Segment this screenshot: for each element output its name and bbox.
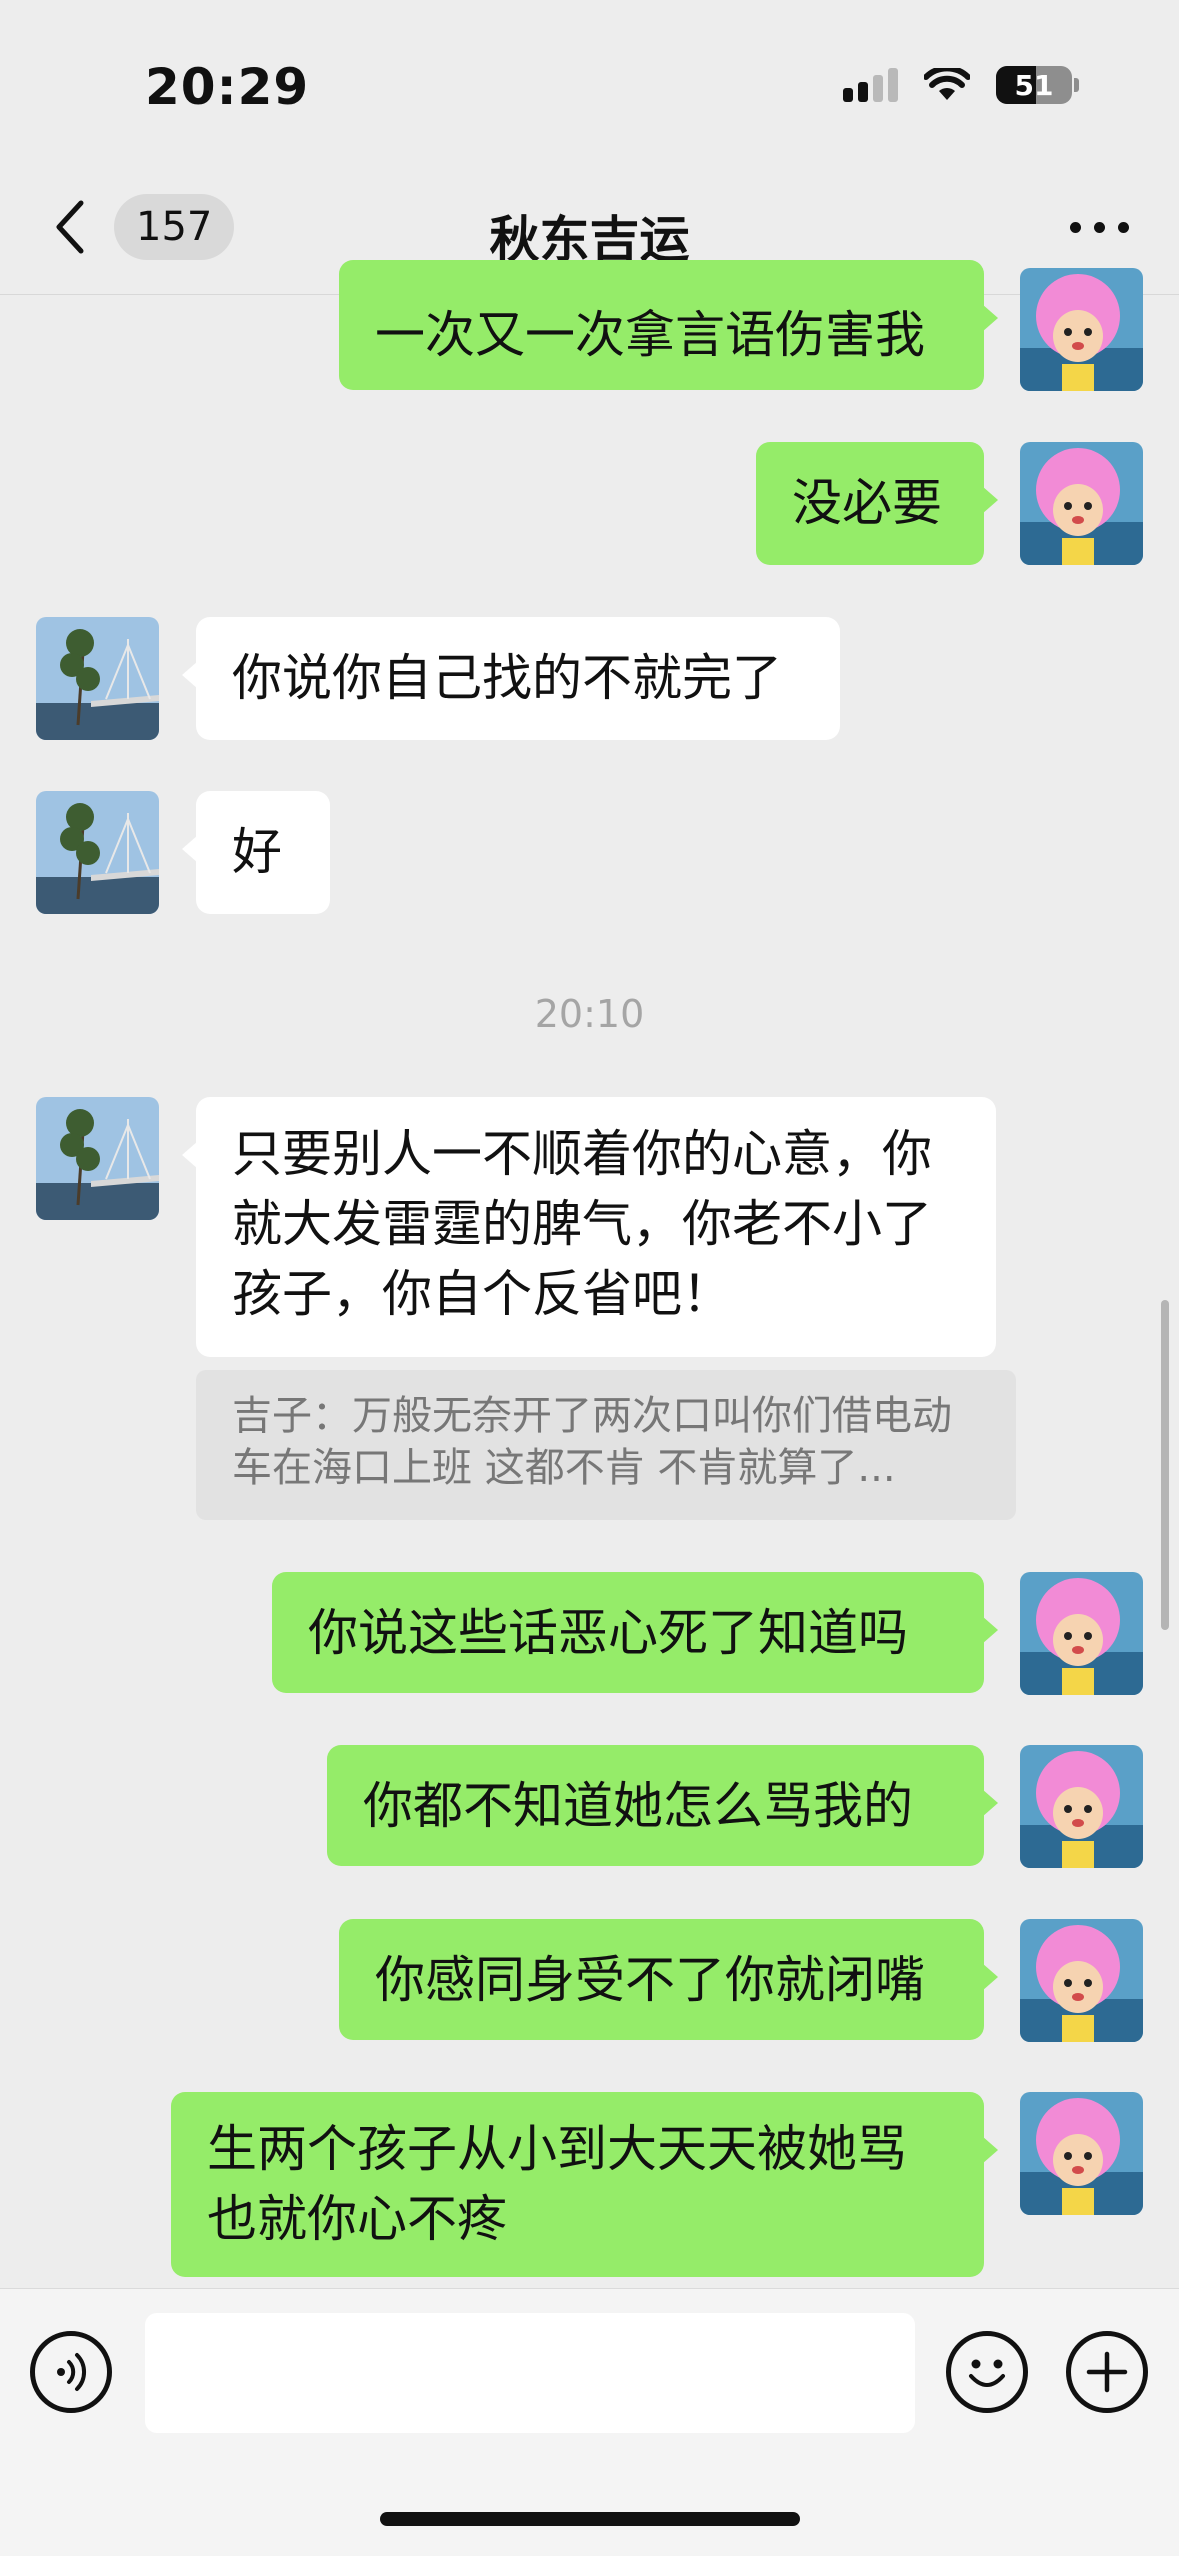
status-time: 20:29 xyxy=(145,58,310,116)
message-bubble-sent[interactable]: 一次又一次拿言语伤害我 xyxy=(339,260,998,390)
wifi-icon xyxy=(924,68,970,100)
message-timestamp: 20:10 xyxy=(534,992,645,1036)
status-icons: 51 xyxy=(843,66,1079,104)
contact-avatar[interactable] xyxy=(36,617,159,740)
message-bubble-sent[interactable]: 你都不知道她怎么骂我的 xyxy=(327,1745,998,1866)
message-text-input[interactable] xyxy=(145,2313,915,2433)
home-indicator[interactable] xyxy=(380,2512,800,2526)
message-bubble-sent[interactable]: 你说这些话恶心死了知道吗 xyxy=(272,1572,998,1693)
emoji-button[interactable] xyxy=(946,2331,1028,2413)
cellular-signal-icon xyxy=(843,68,898,102)
self-avatar[interactable] xyxy=(1020,268,1143,391)
battery-level: 51 xyxy=(1014,68,1054,102)
message-bubble-received[interactable]: 你说你自己找的不就完了 xyxy=(182,617,840,740)
plus-icon xyxy=(1086,2351,1128,2393)
message-bubble-received[interactable]: 只要别人一不顺着你的心意，你就大发雷霆的脾气，你老不小了孩子，你自个反省吧！ xyxy=(182,1097,996,1357)
message-bubble-sent[interactable]: 生两个孩子从小到大天天被她骂也就你心不疼 xyxy=(171,2092,998,2277)
self-avatar[interactable] xyxy=(1020,1919,1143,2042)
quoted-message[interactable]: 吉子：万般无奈开了两次口叫你们借电动车在海口上班 这都不肯 不肯就算了... xyxy=(196,1370,1016,1520)
more-actions-button[interactable] xyxy=(1066,2331,1148,2413)
chat-screen: 20:29 51 157 秋东吉运 一次又一次拿言语伤害我 没必要 你说你自己找… xyxy=(0,0,1179,2556)
self-avatar[interactable] xyxy=(1020,1745,1143,1868)
scrollbar[interactable] xyxy=(1161,1300,1169,1630)
battery-icon: 51 xyxy=(996,66,1072,104)
message-bubble-received[interactable]: 好 xyxy=(182,791,330,914)
message-bubble-sent[interactable]: 没必要 xyxy=(756,442,998,565)
more-options-button[interactable] xyxy=(1070,222,1129,233)
contact-avatar[interactable] xyxy=(36,791,159,914)
message-bubble-sent[interactable]: 你感同身受不了你就闭嘴 xyxy=(339,1919,998,2040)
self-avatar[interactable] xyxy=(1020,2092,1143,2215)
status-bar: 20:29 51 xyxy=(0,0,1179,170)
emoji-icon xyxy=(969,2359,1005,2387)
voice-input-button[interactable] xyxy=(30,2331,112,2413)
self-avatar[interactable] xyxy=(1020,442,1143,565)
contact-avatar[interactable] xyxy=(36,1097,159,1220)
voice-icon xyxy=(57,2353,87,2391)
self-avatar[interactable] xyxy=(1020,1572,1143,1695)
more-dots-icon xyxy=(1070,222,1081,233)
